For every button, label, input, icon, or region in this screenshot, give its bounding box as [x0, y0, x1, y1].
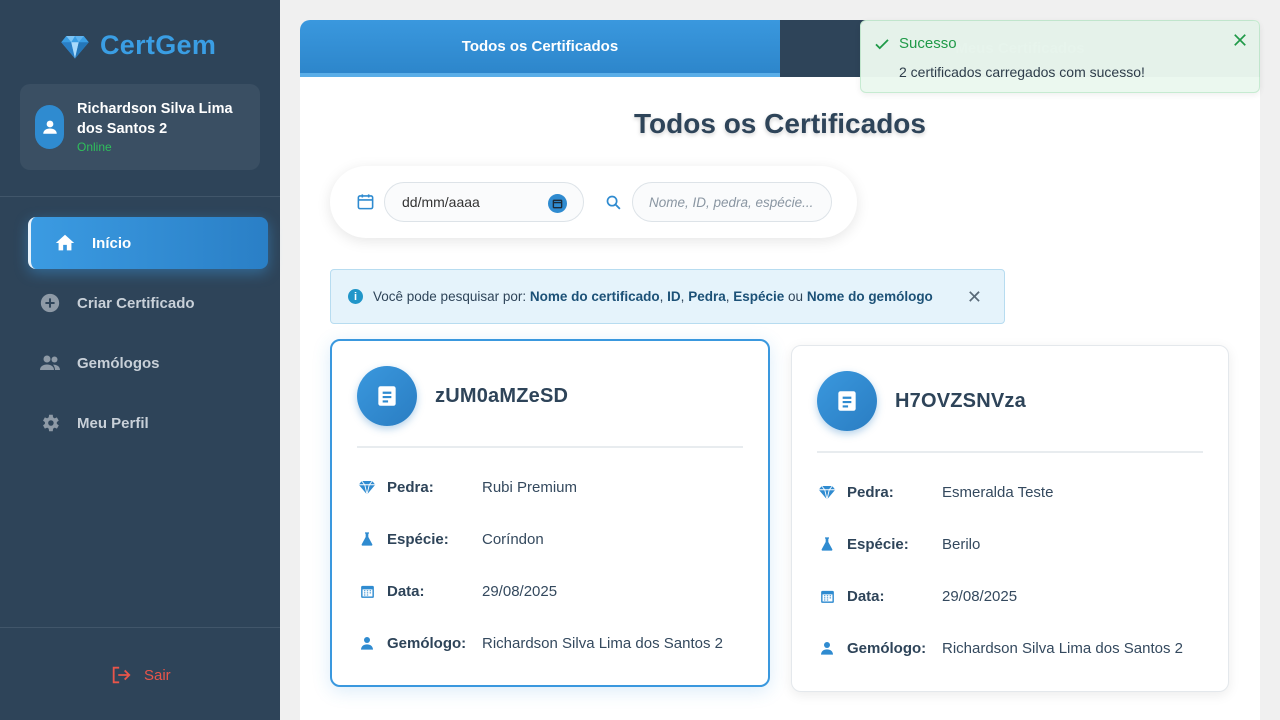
user-card: Richardson Silva Lima dos Santos 2 Onlin… [20, 84, 260, 170]
card-divider [817, 451, 1203, 453]
card-row-stone: Pedra: Esmeralda Teste [817, 481, 1053, 503]
card-row-stone: Pedra: Rubi Premium [357, 476, 577, 498]
search-placeholder: Nome, ID, pedra, espécie... [649, 194, 814, 210]
add-circle-icon [38, 291, 62, 315]
card-row-date: Data: 29/08/2025 [817, 585, 1017, 607]
info-text: Você pode pesquisar por: Nome do certifi… [373, 289, 933, 304]
diamond-icon [817, 482, 837, 502]
card-row-date: Data: 29/08/2025 [357, 580, 557, 602]
search-input[interactable]: Nome, ID, pedra, espécie... [632, 182, 832, 222]
user-avatar-icon [35, 105, 64, 149]
gear-icon [38, 411, 62, 435]
filter-bar: dd/mm/aaaa Nome, ID, pedra, espécie... [330, 166, 857, 238]
sidebar: CertGem Richardson Silva Lima dos Santos… [0, 0, 280, 720]
species-value: Berilo [942, 535, 981, 553]
brand[interactable]: CertGem [60, 30, 216, 61]
person-icon [357, 633, 377, 653]
date-value: 29/08/2025 [482, 582, 558, 600]
nav-item-label: Início [92, 234, 132, 252]
card-divider [357, 446, 743, 448]
row-label: Gemólogo: [387, 634, 467, 652]
date-input-placeholder: dd/mm/aaaa [402, 194, 480, 210]
nav-item-gemologos[interactable]: Gemólogos [28, 337, 268, 389]
nav-item-inicio[interactable]: Início [28, 217, 268, 269]
stone-value: Rubi Premium [482, 478, 578, 496]
row-label: Espécie: [847, 535, 909, 553]
logout-icon [112, 666, 131, 684]
nav-item-criar-certificado[interactable]: Criar Certificado [28, 277, 268, 329]
row-label: Gemólogo: [847, 639, 927, 657]
main-panel: Todos os Certificados Meus Certificados … [300, 20, 1260, 720]
flask-icon [817, 534, 837, 554]
page-title: Todos os Certificados [634, 108, 926, 139]
certificate-id: H7OVZSNVza [895, 390, 1026, 412]
document-icon [357, 366, 417, 426]
toast-title: Sucesso [899, 35, 957, 52]
check-icon [873, 35, 891, 58]
calendar-icon [356, 192, 375, 216]
row-label: Pedra: [847, 483, 894, 501]
home-icon [53, 231, 77, 255]
info-term: Nome do certificado [529, 289, 660, 304]
nav-item-label: Gemólogos [77, 354, 160, 372]
gemologist-value: Richardson Silva Lima dos Santos 2 [942, 639, 1183, 657]
info-term: Nome do gemólogo [806, 289, 933, 304]
tab-todos-os-certificados[interactable]: Todos os Certificados [300, 20, 780, 77]
card-row-gemologist: Gemólogo: Richardson Silva Lima dos Sant… [817, 637, 1183, 659]
document-icon [817, 371, 877, 431]
user-status: Online [77, 140, 112, 154]
diamond-icon [357, 477, 377, 497]
toast-message: 2 certificados carregados com sucesso! [899, 64, 1145, 80]
sidebar-divider [0, 627, 280, 628]
sidebar-divider [0, 196, 280, 197]
card-row-gemologist: Gemólogo: Richardson Silva Lima dos Sant… [357, 632, 723, 654]
stone-value: Esmeralda Teste [942, 483, 1054, 501]
nav-item-meu-perfil[interactable]: Meu Perfil [28, 397, 268, 449]
certificate-card[interactable]: H7OVZSNVza Pedra: Esmeralda Teste Espéci… [791, 345, 1229, 692]
person-icon [817, 638, 837, 658]
close-icon[interactable] [1231, 31, 1249, 54]
info-alert: i Você pode pesquisar por: Nome do certi… [330, 269, 1005, 324]
brand-name: CertGem [100, 30, 217, 60]
card-row-species: Espécie: Berilo [817, 533, 980, 555]
user-name: Richardson Silva Lima dos Santos 2 [77, 101, 233, 137]
info-icon: i [348, 289, 363, 304]
row-label: Data: [387, 582, 425, 600]
row-label: Pedra: [387, 478, 434, 496]
date-value: 29/08/2025 [942, 587, 1018, 605]
calendar-icon [357, 581, 377, 601]
info-term: ID [667, 289, 681, 304]
diamond-icon [61, 35, 89, 58]
search-icon [605, 194, 622, 216]
card-row-species: Espécie: Coríndon [357, 528, 544, 550]
logout-label: Sair [144, 666, 171, 684]
info-prefix: Você pode pesquisar por: [373, 289, 527, 304]
calendar-picker-icon[interactable] [548, 194, 567, 213]
row-label: Data: [847, 587, 885, 605]
certificate-card[interactable]: zUM0aMZeSD Pedra: Rubi Premium Espécie: … [330, 339, 770, 687]
nav-item-label: Criar Certificado [77, 294, 195, 312]
success-toast: Sucesso 2 certificados carregados com su… [860, 20, 1260, 93]
date-filter-input[interactable]: dd/mm/aaaa [384, 182, 584, 222]
flask-icon [357, 529, 377, 549]
row-label: Espécie: [387, 530, 449, 548]
people-icon [38, 351, 62, 375]
info-or: ou [784, 289, 807, 304]
info-term: Pedra [688, 289, 726, 304]
logout-button[interactable]: Sair [110, 664, 171, 686]
info-term: Espécie [733, 289, 785, 304]
close-icon[interactable]: ✕ [967, 287, 982, 308]
calendar-icon [817, 586, 837, 606]
nav-item-label: Meu Perfil [77, 414, 149, 432]
species-value: Coríndon [482, 530, 544, 548]
certificate-id: zUM0aMZeSD [435, 385, 569, 407]
gemologist-value: Richardson Silva Lima dos Santos 2 [482, 634, 723, 652]
